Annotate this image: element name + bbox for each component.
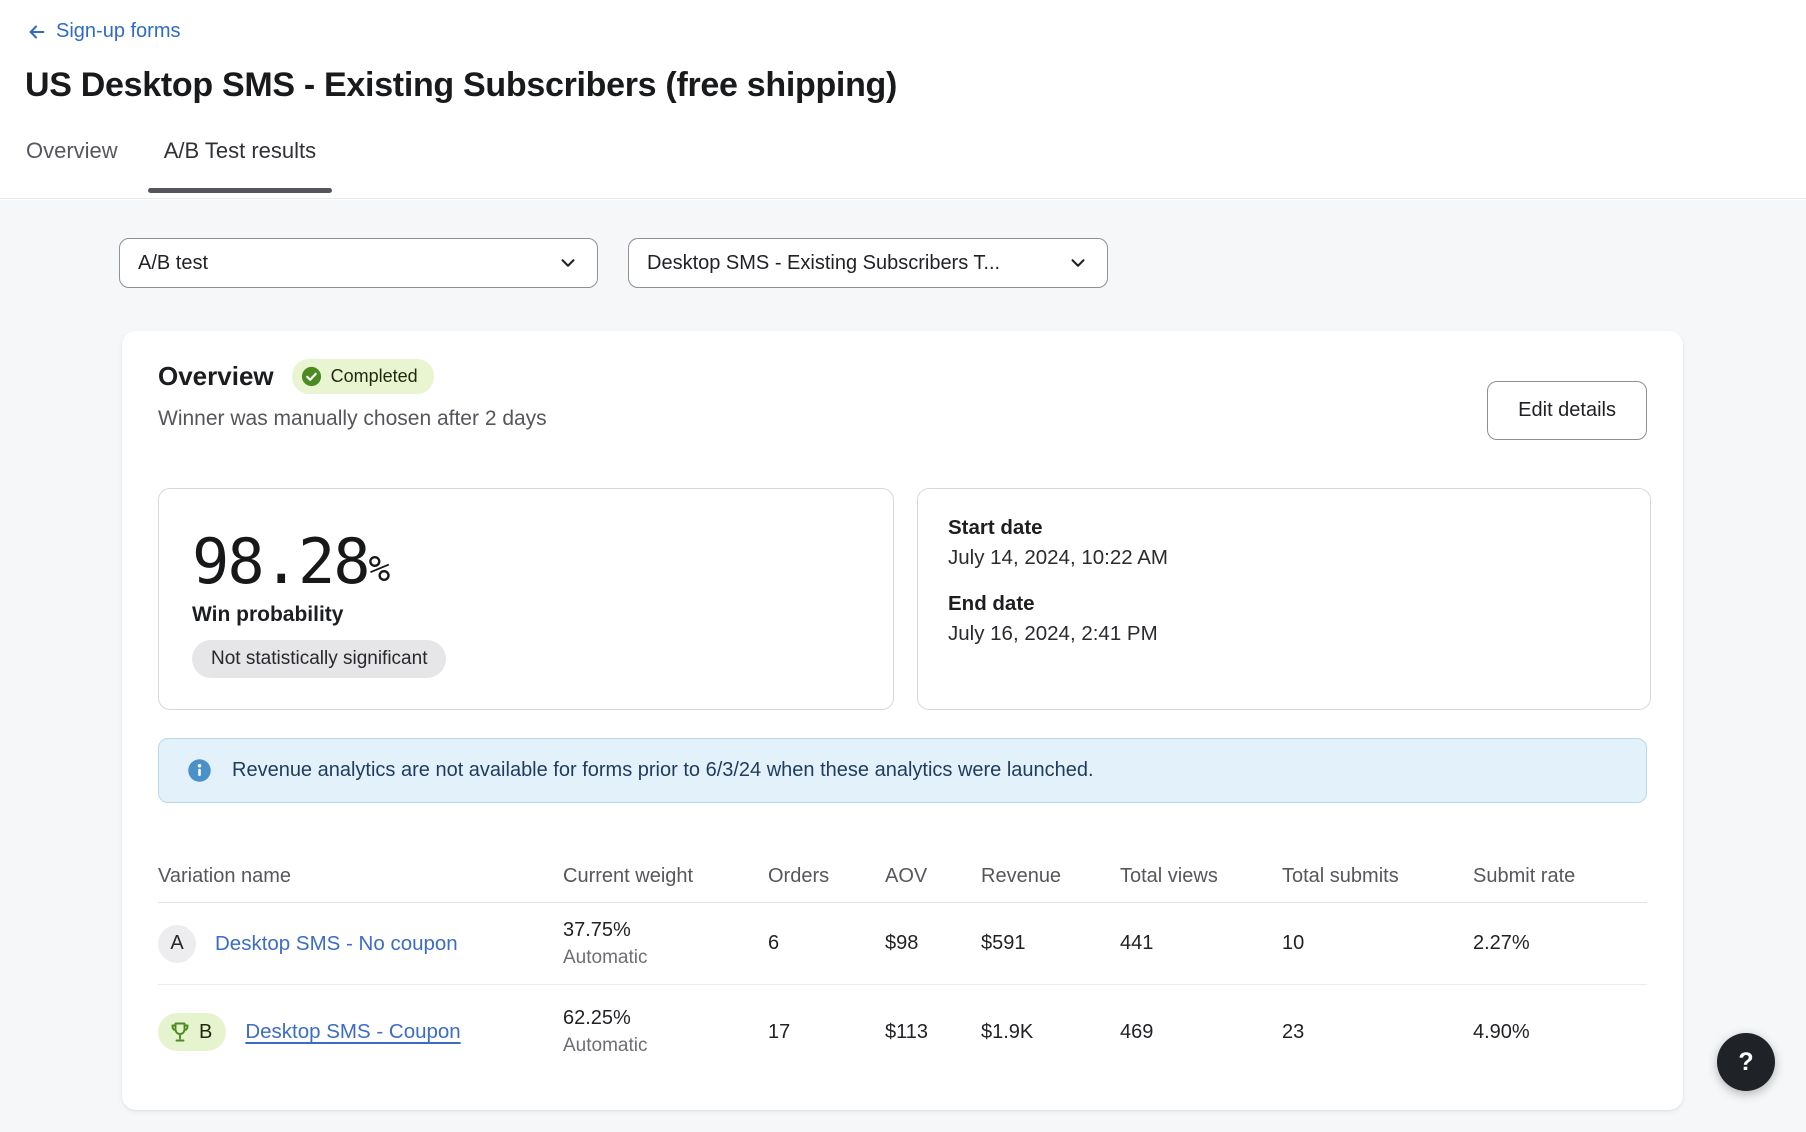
column-header: Revenue <box>981 865 1120 888</box>
revenue-value: $591 <box>981 932 1120 955</box>
variation-link[interactable]: Desktop SMS - No coupon <box>215 932 458 956</box>
variation-link[interactable]: Desktop SMS - Coupon <box>245 1020 460 1044</box>
win-probability-unit: % <box>369 549 391 590</box>
table-row: B B Desktop SMS - Coupon 62.25% Automati… <box>158 985 1647 1079</box>
winner-badge: B <box>158 1013 226 1051</box>
variant-letter-badge: A <box>158 925 196 963</box>
tab-bar: Overview A/B Test results <box>26 138 316 198</box>
content-area: A/B test Desktop SMS - Existing Subscrib… <box>0 200 1806 1132</box>
aov-value: $113 <box>885 1021 981 1044</box>
column-header: AOV <box>885 865 981 888</box>
column-header: Current weight <box>563 865 768 888</box>
table-row: A A Desktop SMS - No coupon 37.75% Autom… <box>158 903 1647 985</box>
start-date-value: July 14, 2024, 10:22 AM <box>948 546 1620 570</box>
back-link[interactable]: Sign-up forms <box>26 20 181 43</box>
overview-subtitle: Winner was manually chosen after 2 days <box>158 407 547 431</box>
overview-heading: Overview <box>158 361 274 392</box>
page-title: US Desktop SMS - Existing Subscribers (f… <box>25 66 897 105</box>
metric-select-value: A/B test <box>138 252 208 275</box>
start-date-label: Start date <box>948 516 1620 540</box>
total-views-value: 441 <box>1120 932 1282 955</box>
total-submits-value: 23 <box>1282 1021 1473 1044</box>
column-header: Orders <box>768 865 885 888</box>
column-header: Total views <box>1120 865 1282 888</box>
trophy-icon <box>168 1020 192 1044</box>
column-header: Total submits <box>1282 865 1473 888</box>
revenue-value: $1.9K <box>981 1021 1120 1044</box>
table-body: A A Desktop SMS - No coupon 37.75% Autom… <box>158 903 1647 1079</box>
status-badge: Completed <box>292 359 434 394</box>
win-probability-label: Win probability <box>192 603 893 627</box>
check-circle-icon <box>300 365 323 388</box>
win-probability-value: 98.28 <box>192 529 369 594</box>
end-date-label: End date <box>948 592 1620 616</box>
status-badge-label: Completed <box>331 366 418 387</box>
edit-details-button[interactable]: Edit details <box>1487 381 1647 440</box>
help-button[interactable]: ? <box>1717 1033 1775 1091</box>
page-header: Sign-up forms US Desktop SMS - Existing … <box>0 0 1806 199</box>
current-weight-value: 62.25% <box>563 1007 768 1030</box>
info-banner: Revenue analytics are not available for … <box>158 738 1647 803</box>
orders-value: 6 <box>768 932 885 955</box>
aov-value: $98 <box>885 932 981 955</box>
form-select-value: Desktop SMS - Existing Subscribers T... <box>647 252 1000 275</box>
chevron-down-icon <box>545 252 579 274</box>
table-header-row: Variation nameCurrent weightOrdersAOVRev… <box>158 851 1647 903</box>
dates-card: Start date July 14, 2024, 10:22 AM End d… <box>917 488 1651 710</box>
submit-rate-value: 4.90% <box>1473 1021 1647 1044</box>
overview-card: Overview Completed Winner was manually c… <box>122 331 1683 1110</box>
active-tab-underline <box>148 188 332 193</box>
info-banner-text: Revenue analytics are not available for … <box>232 759 1094 782</box>
end-date-value: July 16, 2024, 2:41 PM <box>948 622 1620 646</box>
submit-rate-value: 2.27% <box>1473 932 1647 955</box>
total-views-value: 469 <box>1120 1021 1282 1044</box>
current-weight-mode: Automatic <box>563 1035 768 1057</box>
orders-value: 17 <box>768 1021 885 1044</box>
metric-select[interactable]: A/B test <box>119 238 598 288</box>
chevron-down-icon <box>1055 252 1089 274</box>
column-header: Variation name <box>158 865 563 888</box>
back-link-label: Sign-up forms <box>56 20 181 43</box>
form-select[interactable]: Desktop SMS - Existing Subscribers T... <box>628 238 1108 288</box>
column-header: Submit rate <box>1473 865 1647 888</box>
variations-table: Variation nameCurrent weightOrdersAOVRev… <box>158 851 1647 1079</box>
current-weight-mode: Automatic <box>563 947 768 969</box>
info-icon <box>186 757 213 784</box>
tab-overview[interactable]: Overview <box>26 138 118 198</box>
significance-badge: Not statistically significant <box>192 640 446 678</box>
tab-ab-test-results[interactable]: A/B Test results <box>164 138 316 198</box>
total-submits-value: 10 <box>1282 932 1473 955</box>
win-probability-card: 98.28 % Win probability Not statisticall… <box>158 488 894 710</box>
current-weight-value: 37.75% <box>563 919 768 942</box>
arrow-left-icon <box>26 21 48 43</box>
